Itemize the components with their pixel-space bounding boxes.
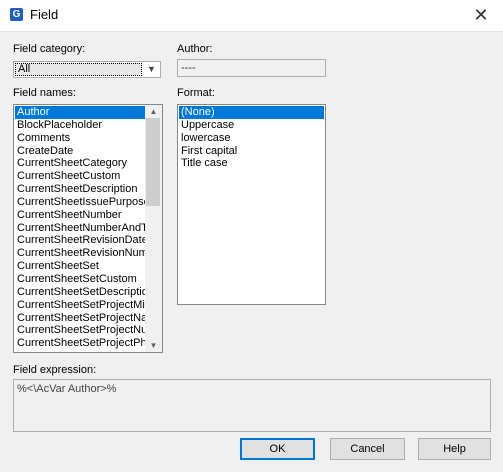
- field-name-list-item[interactable]: CurrentSheetSetProjectNumber: [15, 324, 162, 337]
- field-name-list-item[interactable]: CurrentSheetNumberAndTitle: [15, 222, 162, 235]
- field-name-list-item[interactable]: CurrentSheetCustom: [15, 170, 145, 183]
- cancel-button[interactable]: Cancel: [330, 438, 405, 460]
- app-logo-icon: G: [10, 8, 23, 21]
- field-expression-label: Field expression:: [13, 364, 97, 376]
- format-list-item[interactable]: lowercase: [179, 132, 324, 145]
- field-category-label: Field category:: [13, 43, 86, 55]
- field-names-scrollbar[interactable]: ▲ ▼: [145, 105, 162, 352]
- field-name-list-item[interactable]: CurrentSheetRevisionDate: [15, 234, 148, 247]
- field-category-value: All: [15, 63, 142, 76]
- field-name-list-item[interactable]: CreateDate: [15, 145, 145, 158]
- format-list-item[interactable]: Title case: [179, 157, 324, 170]
- field-names-listbox[interactable]: Author BlockPlaceholder Comments CreateDate…: [13, 104, 163, 353]
- field-category-dropdown[interactable]: All ▼: [13, 61, 161, 78]
- ok-button[interactable]: OK: [240, 438, 315, 460]
- author-label: Author:: [177, 43, 213, 55]
- scrollbar-thumb[interactable]: [146, 118, 160, 206]
- format-list-item[interactable]: First capital: [179, 145, 324, 158]
- field-name-list-item[interactable]: CurrentSheetDescription: [15, 183, 145, 196]
- author-value: ----: [177, 59, 326, 77]
- field-name-list-item[interactable]: CurrentSheetSetProjectMilestone: [15, 299, 162, 312]
- format-listbox[interactable]: (None) Uppercase lowercase First capital Tit…: [177, 104, 326, 305]
- field-names-label: Field names:: [13, 87, 76, 99]
- scroll-down-icon[interactable]: ▼: [145, 339, 162, 352]
- format-label: Format:: [177, 87, 215, 99]
- field-name-list-item[interactable]: BlockPlaceholder: [15, 119, 145, 132]
- format-list-item[interactable]: (None): [179, 106, 324, 119]
- field-name-list-item[interactable]: CurrentSheetRevisionNumber: [15, 247, 162, 260]
- field-name-list-item[interactable]: CurrentSheetSetProjectPhase: [15, 337, 162, 350]
- field-name-list-item[interactable]: Comments: [15, 132, 145, 145]
- field-name-list-item[interactable]: CurrentSheetSetProjectName: [15, 312, 162, 325]
- field-name-list-item[interactable]: CurrentSheetSet: [15, 260, 145, 273]
- field-name-list-item[interactable]: CurrentSheetSetCustom: [15, 273, 145, 286]
- field-name-list-item[interactable]: CurrentSheetCategory: [15, 157, 145, 170]
- field-expression-box: %<\AcVar Author>%: [13, 379, 491, 432]
- close-button[interactable]: ✕: [459, 0, 503, 31]
- scroll-up-icon[interactable]: ▲: [145, 105, 162, 118]
- field-name-list-item[interactable]: Author: [15, 106, 145, 119]
- format-list-item[interactable]: Uppercase: [179, 119, 324, 132]
- field-name-list-item[interactable]: CurrentSheetSetDescription: [15, 286, 154, 299]
- field-name-list-item[interactable]: CurrentSheetIssuePurpose: [15, 196, 150, 209]
- field-name-list-item[interactable]: CurrentSheetNumber: [15, 209, 145, 222]
- title-bar: G Field ✕: [0, 0, 503, 32]
- chevron-down-icon[interactable]: ▼: [145, 63, 158, 76]
- help-button[interactable]: Help: [418, 438, 491, 460]
- window-title: Field: [30, 7, 59, 22]
